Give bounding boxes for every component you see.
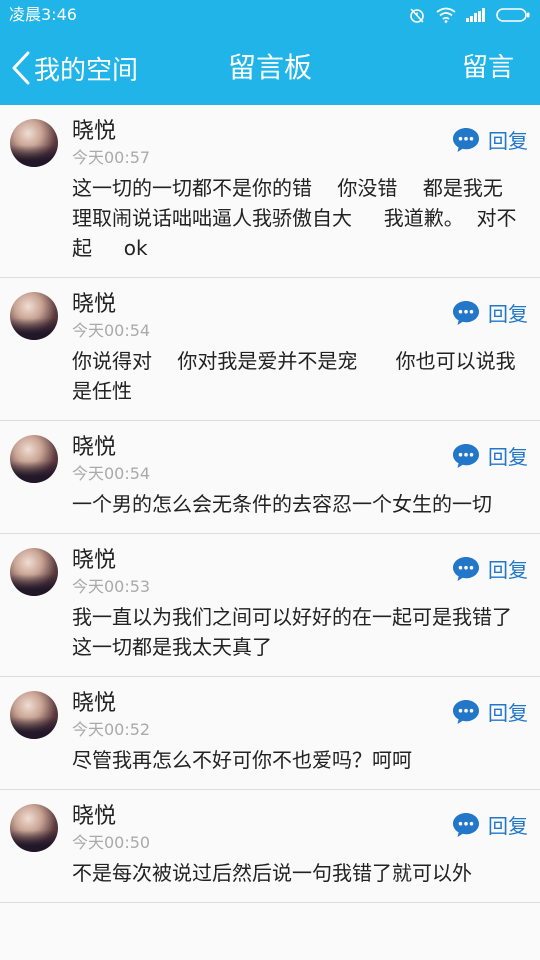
- comment-icon: [453, 699, 479, 724]
- message-content: 一个男的怎么会无条件的去容忍一个女生的一切: [72, 492, 492, 516]
- avatar[interactable]: [10, 804, 58, 852]
- message-content: 我一直以为我们之间可以好好的在一起可是我错了 这一切都是我太天真了: [72, 605, 512, 659]
- status-time: 凌晨3:46: [9, 5, 77, 24]
- page-title: 留言板: [227, 51, 312, 84]
- reply-button[interactable]: 回复: [452, 697, 528, 726]
- comment-icon: [453, 300, 479, 325]
- status-bar: 凌晨3:46: [0, 0, 540, 30]
- avatar[interactable]: [10, 691, 58, 739]
- nav-bar: 我的空间 留言板 留言: [0, 30, 540, 105]
- reply-label: 回复: [488, 129, 528, 153]
- reply-label: 回复: [488, 558, 528, 582]
- reply-label: 回复: [488, 445, 528, 469]
- leave-message-button[interactable]: 留言: [462, 48, 514, 88]
- status-icons: [408, 6, 530, 24]
- comment-icon: [453, 443, 479, 468]
- reply-label: 回复: [488, 814, 528, 838]
- message-item: 晓悦 今天00:54 你说得对 你对我是爱并不是宠 你也可以说我是任性 回复: [0, 278, 540, 421]
- reply-button[interactable]: 回复: [452, 298, 528, 327]
- reply-button[interactable]: 回复: [452, 810, 528, 839]
- signal-icon: [466, 8, 485, 22]
- avatar[interactable]: [10, 292, 58, 340]
- message-content: 你说得对 你对我是爱并不是宠 你也可以说我是任性: [72, 349, 516, 403]
- message-content: 这一切的一切都不是你的错 你没错 都是我无理取闹说话咄咄逼人我骄傲自大 我道歉。…: [72, 176, 517, 260]
- message-list: 晓悦 今天00:57 这一切的一切都不是你的错 你没错 都是我无理取闹说话咄咄逼…: [0, 105, 540, 960]
- message-content: 不是每次被说过后然后说一句我错了就可以外: [72, 861, 472, 885]
- message-item: 晓悦 今天00:50 不是每次被说过后然后说一句我错了就可以外 回复: [0, 790, 540, 903]
- avatar[interactable]: [10, 548, 58, 596]
- wifi-icon: [436, 7, 456, 23]
- message-item: 晓悦 今天00:54 一个男的怎么会无条件的去容忍一个女生的一切 回复: [0, 421, 540, 534]
- comment-icon: [453, 812, 479, 837]
- battery-icon: [496, 8, 530, 22]
- reply-label: 回复: [488, 701, 528, 725]
- reply-label: 回复: [488, 302, 528, 326]
- comment-icon: [453, 556, 479, 581]
- reply-button[interactable]: 回复: [452, 554, 528, 583]
- alarm-off-icon: [410, 8, 424, 23]
- avatar[interactable]: [10, 119, 58, 167]
- message-item: 晓悦 今天00:57 这一切的一切都不是你的错 你没错 都是我无理取闹说话咄咄逼…: [0, 105, 540, 278]
- reply-button[interactable]: 回复: [452, 441, 528, 470]
- comment-icon: [453, 127, 479, 152]
- message-item: 晓悦 今天00:53 我一直以为我们之间可以好好的在一起可是我错了 这一切都是我…: [0, 534, 540, 677]
- reply-button[interactable]: 回复: [452, 125, 528, 154]
- message-content: 尽管我再怎么不好可你不也爱吗？呵呵: [72, 748, 412, 772]
- message-item: 晓悦 今天00:52 尽管我再怎么不好可你不也爱吗？呵呵 回复: [0, 677, 540, 790]
- avatar[interactable]: [10, 435, 58, 483]
